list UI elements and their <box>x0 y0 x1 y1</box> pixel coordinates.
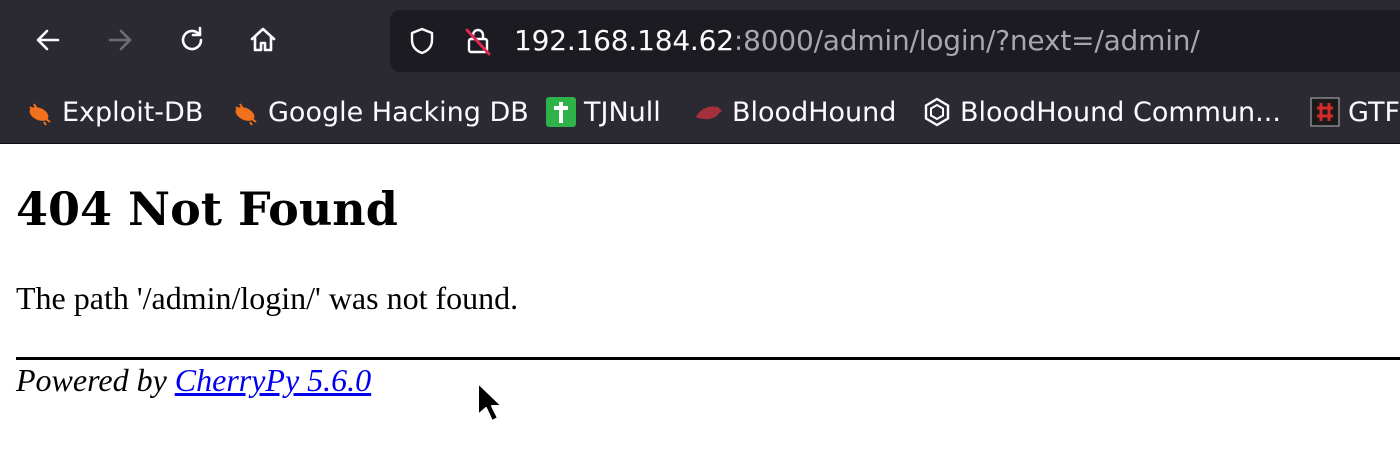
divider <box>16 357 1400 360</box>
back-button[interactable] <box>26 18 70 62</box>
powered-by-footer: Powered by CherryPy 5.6.0 <box>16 362 371 399</box>
home-icon <box>250 27 276 52</box>
browser-chrome: 192.168.184.62:8000/admin/login/?next=/a… <box>0 0 1400 144</box>
url-text[interactable]: 192.168.184.62:8000/admin/login/?next=/a… <box>514 10 1200 72</box>
page-content: 404 Not Found The path '/admin/login/' w… <box>0 144 1400 454</box>
home-button[interactable] <box>241 18 285 62</box>
back-arrow-icon <box>36 29 60 51</box>
bookmarks-toolbar: Exploit-DB Google Hacking DB TJNull Bloo… <box>0 82 1400 142</box>
bookmark-label: Google Hacking DB <box>268 96 529 128</box>
forward-arrow-icon <box>108 29 132 51</box>
green-plus-icon <box>546 97 576 127</box>
bookmark-google-hacking-db[interactable]: Google Hacking DB <box>230 82 529 142</box>
bookmark-exploit-db[interactable]: Exploit-DB <box>24 82 203 142</box>
page-heading: 404 Not Found <box>16 182 398 236</box>
cherrypy-link[interactable]: CherryPy 5.6.0 <box>175 362 371 398</box>
hexagon-icon <box>922 97 952 127</box>
bookmark-label: GTF <box>1348 96 1400 128</box>
bookmark-label: Exploit-DB <box>62 96 204 128</box>
bookmark-tjnull[interactable]: TJNull <box>546 82 661 142</box>
bookmark-bloodhound[interactable]: BloodHound <box>694 82 896 142</box>
exploit-db-bug-icon <box>24 97 54 127</box>
powered-by-text: Powered by <box>16 362 175 398</box>
error-message: The path '/admin/login/' was not found. <box>16 280 519 316</box>
reload-icon <box>181 26 203 51</box>
navigation-toolbar: 192.168.184.62:8000/admin/login/?next=/a… <box>0 0 1400 80</box>
bookmark-bloodhound-community[interactable]: BloodHound Commun... <box>922 82 1281 142</box>
url-path: :8000/admin/login/?next=/admin/ <box>733 24 1200 57</box>
reload-button[interactable] <box>170 18 214 62</box>
bookmark-label: BloodHound <box>732 96 897 128</box>
url-host: 192.168.184.62 <box>514 24 734 57</box>
shield-icon[interactable] <box>406 25 438 57</box>
insecure-lock-icon[interactable] <box>462 25 494 57</box>
bookmark-gtfobins[interactable]: GTF <box>1310 82 1400 142</box>
forward-button[interactable] <box>98 18 142 62</box>
gtfobins-icon <box>1310 97 1340 127</box>
bloodhound-icon <box>694 97 724 127</box>
bookmark-label: BloodHound Commun... <box>960 96 1281 128</box>
url-bar[interactable]: 192.168.184.62:8000/admin/login/?next=/a… <box>390 10 1400 72</box>
mouse-cursor-icon <box>477 382 502 422</box>
bookmark-label: TJNull <box>584 96 661 128</box>
exploit-db-bug-icon <box>230 97 260 127</box>
